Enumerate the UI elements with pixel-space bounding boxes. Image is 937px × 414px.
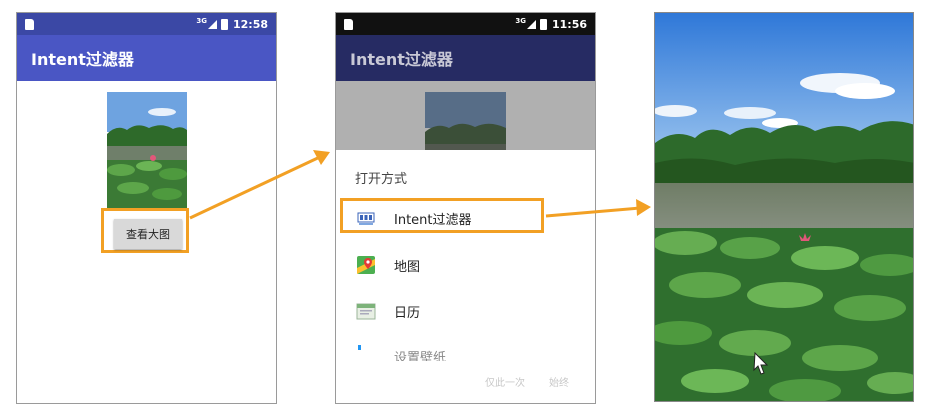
signal-icon xyxy=(526,19,536,29)
chooser-item-label: 设置壁纸 xyxy=(394,351,447,361)
sheet-title: 打开方式 xyxy=(355,172,408,187)
status-bar: 3G 12:58 xyxy=(17,13,276,35)
chooser-item-label: 地图 xyxy=(394,259,421,275)
app-bar: Intent过滤器 xyxy=(17,35,276,81)
app-bar: Intent过滤器 xyxy=(336,35,595,81)
network-type: 3G xyxy=(515,17,526,25)
highlight-box xyxy=(340,198,544,233)
sd-card-icon xyxy=(25,18,34,30)
calendar-icon xyxy=(356,301,376,321)
dim-overlay xyxy=(336,81,595,151)
network-type: 3G xyxy=(196,17,207,25)
battery-icon xyxy=(220,18,228,30)
arrowhead-icon xyxy=(313,150,330,165)
chooser-item-calendar[interactable]: 日历 xyxy=(336,289,595,333)
just-once-button[interactable]: 仅此一次 xyxy=(485,374,525,389)
status-time: 12:58 xyxy=(232,17,268,31)
arrowhead-icon xyxy=(636,199,651,216)
lotus-thumbnail xyxy=(107,92,187,210)
app-title: Intent过滤器 xyxy=(350,50,453,69)
battery-icon xyxy=(539,18,547,30)
status-time: 11:56 xyxy=(551,17,587,31)
sd-card-icon xyxy=(344,18,353,30)
full-size-lotus-photo xyxy=(654,12,914,402)
app-title: Intent过滤器 xyxy=(31,50,134,69)
phone-screen-chooser: 3G 11:56 Intent过滤器 打开方式 Intent过滤器 地图 日历 … xyxy=(335,12,596,404)
chooser-item-wallpaper[interactable]: 设置壁纸 xyxy=(336,335,595,361)
status-bar: 3G 11:56 xyxy=(336,13,595,35)
map-pin-icon xyxy=(356,255,376,275)
chooser-item-label: 日历 xyxy=(394,305,421,321)
open-with-sheet: 打开方式 Intent过滤器 地图 日历 设置壁纸 仅此一次 始终 xyxy=(336,150,595,403)
always-button[interactable]: 始终 xyxy=(549,374,569,389)
view-large-image-button[interactable]: 查看大图 xyxy=(114,219,182,249)
sheet-actions: 仅此一次 始终 xyxy=(485,374,569,389)
chooser-item-maps[interactable]: 地图 xyxy=(336,243,595,287)
phone-screen-main: 3G 12:58 Intent过滤器 查看大图 xyxy=(16,12,277,404)
wallpaper-icon xyxy=(356,345,376,361)
signal-icon xyxy=(207,19,217,29)
